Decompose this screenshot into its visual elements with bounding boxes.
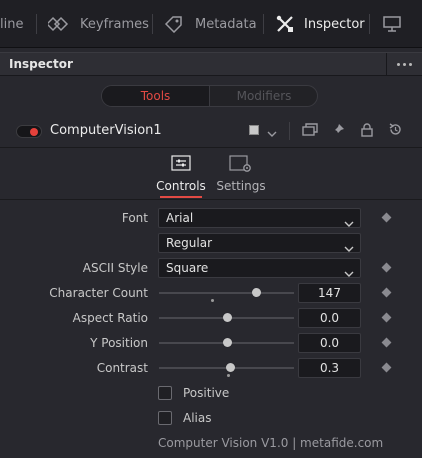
inspector-tools-icon xyxy=(276,15,294,33)
font-dropdown[interactable]: Arial xyxy=(158,208,361,228)
node-row-separator xyxy=(289,122,290,140)
toolbar-separator xyxy=(263,14,264,34)
timeline-tab-label: line xyxy=(0,16,24,32)
inspector-panel-header: Inspector xyxy=(0,52,422,76)
character-count-input[interactable]: 147 xyxy=(298,283,361,303)
modifiers-segment[interactable]: Modifiers xyxy=(210,86,317,106)
node-enable-toggle[interactable] xyxy=(16,125,42,138)
contrast-slider-handle[interactable] xyxy=(226,363,235,372)
metadata-tab[interactable]: Metadata xyxy=(164,0,257,48)
contrast-input[interactable]: 0.3 xyxy=(298,358,361,378)
inspector-tab-label: Inspector xyxy=(304,16,365,32)
y-position-slider-handle[interactable] xyxy=(223,338,232,347)
tab-controls[interactable]: Controls xyxy=(151,152,211,198)
chevron-down-icon xyxy=(344,264,354,282)
more-icon-dot xyxy=(403,62,406,66)
node-color-swatch[interactable] xyxy=(249,125,259,135)
contrast-label: Contrast xyxy=(96,361,148,375)
reset-icon xyxy=(388,122,403,141)
font-style-value: Regular xyxy=(166,236,213,250)
metadata-tab-label: Metadata xyxy=(195,16,257,32)
positive-label: Positive xyxy=(183,386,230,400)
contrast-default-marker xyxy=(227,374,230,377)
aspect-ratio-label: Aspect Ratio xyxy=(72,311,148,325)
toolbar-separator xyxy=(36,14,37,34)
tab-settings[interactable]: Settings xyxy=(211,152,271,198)
ascii-style-keyframe-button[interactable] xyxy=(381,262,392,273)
aspect-ratio-slider-handle[interactable] xyxy=(223,313,232,322)
active-tab-indicator xyxy=(160,196,202,198)
y-position-input[interactable]: 0.0 xyxy=(298,333,361,353)
lock-icon xyxy=(361,122,373,141)
lock-button[interactable] xyxy=(359,122,375,141)
color-dropdown-button[interactable] xyxy=(265,124,279,138)
pin-icon xyxy=(331,122,345,141)
toggle-knob xyxy=(30,128,38,136)
more-icon xyxy=(397,62,400,66)
ascii-style-dropdown[interactable]: Square xyxy=(158,258,361,278)
keyframes-tab[interactable]: Keyframes xyxy=(48,0,149,48)
timeline-tab[interactable]: line xyxy=(0,0,23,48)
ascii-style-value: Square xyxy=(166,261,209,275)
tab-settings-label: Settings xyxy=(216,179,266,193)
font-value: Arial xyxy=(166,211,194,225)
top-toolbar: line Keyframes Metadata Inspector xyxy=(0,0,422,48)
character-count-keyframe-button[interactable] xyxy=(381,287,392,298)
tools-modifiers-toggle: Tools Modifiers xyxy=(101,85,318,107)
ascii-style-label: ASCII Style xyxy=(82,261,148,275)
inspector-tab[interactable]: Inspector xyxy=(276,0,365,48)
pin-button[interactable] xyxy=(330,123,346,139)
controls-icon xyxy=(171,155,191,175)
versions-button[interactable] xyxy=(302,122,318,141)
font-keyframe-button[interactable] xyxy=(381,212,392,223)
aspect-ratio-input[interactable]: 0.0 xyxy=(298,308,361,328)
font-style-dropdown[interactable]: Regular xyxy=(158,233,361,253)
settings-icon xyxy=(229,155,253,177)
positive-checkbox[interactable] xyxy=(158,386,172,400)
character-count-slider[interactable] xyxy=(159,292,294,294)
font-label: Font xyxy=(121,211,148,225)
chevron-down-icon xyxy=(344,214,354,232)
chevron-down-icon xyxy=(267,122,277,141)
tab-controls-label: Controls xyxy=(156,179,206,193)
y-position-label: Y Position xyxy=(90,336,148,350)
toolbar-separator xyxy=(152,14,153,34)
versions-icon xyxy=(302,122,318,141)
reset-button[interactable] xyxy=(387,122,403,141)
plugin-credit: Computer Vision V1.0 | metafide.com xyxy=(158,436,384,450)
character-count-slider-handle[interactable] xyxy=(252,288,261,297)
character-count-label: Character Count xyxy=(49,286,148,300)
section-divider xyxy=(0,199,422,200)
more-icon-dot xyxy=(409,62,412,66)
contrast-keyframe-button[interactable] xyxy=(381,362,392,373)
keyframes-tab-label: Keyframes xyxy=(80,16,149,32)
aspect-ratio-keyframe-button[interactable] xyxy=(381,312,392,323)
tools-segment[interactable]: Tools xyxy=(102,86,210,106)
keyframes-icon xyxy=(48,16,70,32)
monitor-tab[interactable] xyxy=(382,0,402,48)
section-divider xyxy=(0,147,422,148)
monitor-icon xyxy=(382,14,402,34)
chevron-down-icon xyxy=(344,239,354,257)
node-header-row: ComputerVision1 xyxy=(0,115,422,147)
y-position-keyframe-button[interactable] xyxy=(381,337,392,348)
character-count-default-marker xyxy=(211,299,214,302)
toolbar-separator xyxy=(369,14,370,34)
panel-title: Inspector xyxy=(9,57,73,71)
panel-options-button[interactable] xyxy=(386,53,422,75)
metadata-tag-icon xyxy=(164,15,184,33)
node-name: ComputerVision1 xyxy=(50,123,162,138)
alias-label: Alias xyxy=(183,411,212,425)
alias-checkbox[interactable] xyxy=(158,411,172,425)
